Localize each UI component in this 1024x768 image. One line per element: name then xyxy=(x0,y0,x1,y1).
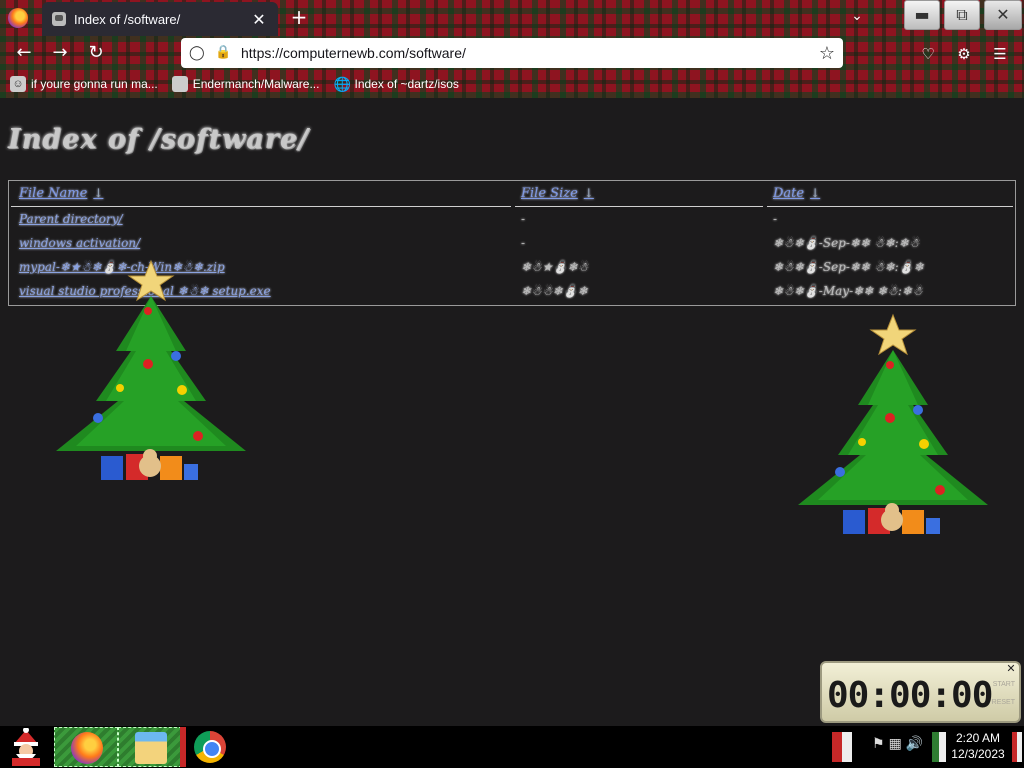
bookmarks-bar: ☺ if youre gonna run ma... Endermanch/Ma… xyxy=(0,70,1024,98)
taskbar: ⚑ ▦ 🔊 2:20 AM 12/3/2023 xyxy=(0,726,1024,768)
column-header-label: File Name xyxy=(19,186,88,201)
tab-bar: Index of /software/ ✕ + ⌄ ▬ ⧉ ✕ xyxy=(0,0,1024,36)
firefox-menu-icon[interactable] xyxy=(8,8,28,28)
tab-active[interactable]: Index of /software/ ✕ xyxy=(42,2,278,36)
browser-chrome: Index of /software/ ✕ + ⌄ ▬ ⧉ ✕ ← → ↻ ◯ … xyxy=(0,0,1024,98)
firefox-icon xyxy=(71,732,103,764)
file-date: ❄☃❄⛄-Sep-❄❄ ☃❄:❄☃ xyxy=(773,236,920,250)
page-content: Index of /software/ File Name ↓ File Size… xyxy=(0,98,1024,726)
file-size: - xyxy=(521,236,526,250)
extensions-icon[interactable]: ⚙ xyxy=(954,44,974,64)
url-input[interactable]: https://computernewb.com/software/ xyxy=(241,45,819,61)
globe-icon: 🌐 xyxy=(333,76,351,92)
sort-arrow-icon: ↓ xyxy=(93,186,104,200)
restore-button[interactable]: ⧉ xyxy=(944,0,980,30)
header-divider xyxy=(515,206,763,207)
system-tray: ⚑ ▦ 🔊 xyxy=(872,736,923,752)
column-header-label: Date xyxy=(773,186,805,201)
back-arrow-icon[interactable]: ← xyxy=(12,42,36,64)
bookmark-label: Index of ~dartz/isos xyxy=(354,77,459,91)
file-size: ❄☃☃❄⛄❄ xyxy=(521,284,588,298)
clock-date: 12/3/2023 xyxy=(951,747,1005,761)
taskbar-file-explorer-button[interactable] xyxy=(118,727,182,767)
christmas-tree-icon xyxy=(798,313,988,534)
page-icon xyxy=(171,76,188,92)
santa-start-button-icon[interactable] xyxy=(6,728,46,766)
pocket-icon[interactable]: ♡ xyxy=(918,44,938,64)
tray-flag-icon[interactable] xyxy=(832,732,852,762)
sort-arrow-icon: ↓ xyxy=(583,186,594,200)
tray-divider xyxy=(932,732,946,762)
file-date: ❄☃❄⛄-May-❄❄ ❄☃:❄☃ xyxy=(773,284,923,298)
tab-favicon-icon xyxy=(52,12,66,26)
minimize-button[interactable]: ▬ xyxy=(904,0,940,30)
flag-icon[interactable]: ⚑ xyxy=(872,736,885,752)
show-desktop-button[interactable] xyxy=(1012,732,1022,762)
volume-icon[interactable]: 🔊 xyxy=(906,736,923,752)
new-tab-button[interactable]: + xyxy=(288,6,310,28)
chrome-icon[interactable] xyxy=(194,731,226,763)
bookmark-label: Endermanch/Malware... xyxy=(192,77,320,91)
network-icon[interactable]: ▦ xyxy=(889,736,902,752)
bookmark-star-icon[interactable]: ☆ xyxy=(819,43,835,64)
hamburger-menu-icon[interactable]: ☰ xyxy=(990,44,1010,64)
lock-icon[interactable]: 🔒 xyxy=(215,45,231,61)
column-header-date[interactable]: Date ↓ xyxy=(773,186,820,201)
folder-icon xyxy=(135,732,167,764)
forward-arrow-icon[interactable]: → xyxy=(48,42,72,64)
timer-close-icon[interactable]: ✕ xyxy=(1005,663,1017,675)
tab-close-icon[interactable]: ✕ xyxy=(250,10,268,29)
header-divider xyxy=(767,206,1013,207)
page-title: Index of /software/ xyxy=(8,124,309,155)
timer-start-button[interactable]: START xyxy=(993,681,1015,688)
clock-time: 2:20 AM xyxy=(955,731,1001,745)
bookmark-item-1[interactable]: ☺ if youre gonna run ma... xyxy=(10,76,158,92)
file-date: ❄☃❄⛄-Sep-❄❄ ☃❄:⛄❄ xyxy=(773,260,924,274)
tab-title: Index of /software/ xyxy=(74,11,181,27)
close-window-button[interactable]: ✕ xyxy=(984,0,1022,30)
reload-icon[interactable]: ↻ xyxy=(84,42,108,64)
christmas-tree-icon xyxy=(56,259,246,480)
bookmark-label: if youre gonna run ma... xyxy=(31,77,158,91)
nav-bar: ← → ↻ ◯ 🔒 https://computernewb.com/softw… xyxy=(0,36,1024,70)
countdown-timer-widget: ✕ 00:00:00 START RESET xyxy=(820,661,1021,723)
column-header-label: File Size xyxy=(521,186,578,201)
column-header-name[interactable]: File Name ↓ xyxy=(19,186,103,201)
timer-display: 00:00:00 xyxy=(827,675,993,716)
tab-list-chevron-icon[interactable]: ⌄ xyxy=(846,8,868,28)
url-bar[interactable]: ◯ 🔒 https://computernewb.com/software/ ☆ xyxy=(181,38,843,68)
bookmark-item-3[interactable]: 🌐 Index of ~dartz/isos xyxy=(333,76,458,92)
header-divider xyxy=(11,206,511,207)
file-size: - xyxy=(521,212,526,226)
taskbar-firefox-button[interactable] xyxy=(54,727,118,767)
bookmark-item-2[interactable]: Endermanch/Malware... xyxy=(171,76,320,92)
column-header-size[interactable]: File Size ↓ xyxy=(521,186,594,201)
file-size: ❄☃★⛄❄☃ xyxy=(521,260,589,274)
shield-icon[interactable]: ◯ xyxy=(189,45,205,61)
file-link[interactable]: Parent directory/ xyxy=(19,212,123,226)
file-link[interactable]: windows activation/ xyxy=(19,236,140,250)
file-date: - xyxy=(773,212,778,226)
timer-reset-button[interactable]: RESET xyxy=(992,699,1015,706)
sort-arrow-icon: ↓ xyxy=(810,186,821,200)
taskbar-divider xyxy=(180,727,186,767)
user-icon: ☺ xyxy=(10,76,26,92)
taskbar-clock[interactable]: 2:20 AM 12/3/2023 xyxy=(948,730,1008,762)
